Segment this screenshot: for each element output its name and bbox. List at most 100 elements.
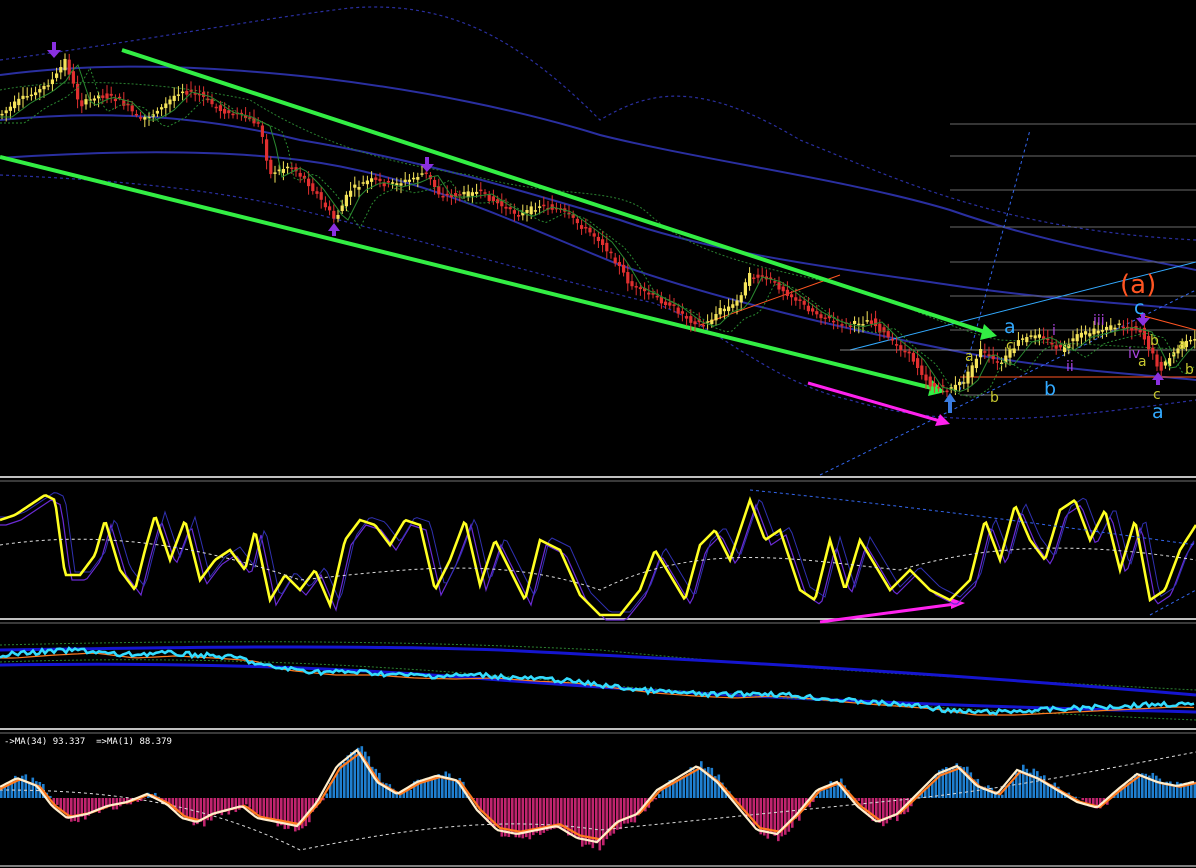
histogram-bar bbox=[658, 794, 661, 798]
candle bbox=[1021, 334, 1025, 346]
candle bbox=[323, 196, 327, 211]
histogram-bar bbox=[896, 798, 899, 822]
candle bbox=[596, 231, 600, 248]
histogram-bar bbox=[784, 798, 787, 835]
candle bbox=[1109, 318, 1113, 333]
wave-label-a-blue-2: a bbox=[1152, 401, 1164, 423]
histogram-bar bbox=[1008, 784, 1011, 798]
histogram-bar bbox=[17, 779, 21, 798]
histogram-bar bbox=[210, 798, 213, 821]
histogram-bar bbox=[857, 798, 861, 801]
histogram-bar bbox=[56, 798, 59, 805]
candle bbox=[164, 97, 168, 117]
candle bbox=[785, 281, 789, 300]
candle bbox=[109, 86, 113, 103]
histogram-bar bbox=[434, 778, 437, 798]
candle bbox=[1126, 318, 1130, 334]
candle bbox=[160, 104, 164, 117]
candle bbox=[580, 219, 584, 235]
candle bbox=[244, 107, 248, 122]
fractal-down-arrow bbox=[47, 42, 61, 58]
histogram-bar bbox=[1176, 781, 1179, 798]
stochastic-panel bbox=[0, 489, 1196, 621]
histogram-bar bbox=[1162, 783, 1165, 798]
candle bbox=[533, 202, 537, 216]
histogram-bar bbox=[325, 793, 329, 798]
stoch-ma-dotted bbox=[0, 538, 1196, 591]
candle bbox=[483, 189, 487, 198]
candle bbox=[25, 87, 29, 101]
candle bbox=[210, 94, 214, 108]
candle bbox=[584, 218, 588, 234]
candle bbox=[1159, 356, 1163, 377]
histogram-bar bbox=[430, 778, 434, 798]
histogram-bar bbox=[336, 773, 339, 798]
histogram-bar bbox=[189, 798, 192, 819]
candle bbox=[517, 210, 521, 221]
histogram-bar bbox=[84, 798, 87, 820]
candle bbox=[907, 348, 911, 362]
candle bbox=[685, 312, 689, 326]
histogram-bar bbox=[378, 772, 381, 798]
candle bbox=[874, 310, 878, 333]
candle bbox=[979, 340, 983, 365]
candle bbox=[17, 92, 21, 112]
histogram-bar bbox=[707, 766, 710, 798]
candle bbox=[643, 282, 647, 300]
wave-label-c: c bbox=[1134, 297, 1144, 319]
candle bbox=[718, 299, 722, 320]
candle bbox=[449, 189, 453, 205]
candle bbox=[265, 134, 269, 170]
histogram-bar bbox=[1032, 768, 1036, 798]
candle bbox=[974, 354, 978, 373]
histogram-bar bbox=[1155, 775, 1158, 798]
candle bbox=[46, 79, 50, 91]
histogram-bar bbox=[661, 790, 665, 798]
candle bbox=[680, 303, 684, 322]
channel-upper-line bbox=[121, 48, 986, 334]
histogram-bar bbox=[1036, 771, 1039, 798]
candle bbox=[286, 162, 290, 175]
candle bbox=[769, 272, 773, 284]
band-lower-blue bbox=[0, 662, 1196, 714]
candle bbox=[1025, 333, 1029, 347]
candle bbox=[1121, 320, 1125, 336]
candle bbox=[269, 156, 273, 179]
histogram-bar bbox=[203, 798, 206, 827]
histogram-bar bbox=[91, 798, 94, 813]
candle bbox=[8, 101, 12, 119]
histogram-bar bbox=[367, 756, 371, 798]
candle bbox=[382, 179, 386, 192]
candle bbox=[630, 274, 634, 290]
wave-label-a-blue: a bbox=[1004, 316, 1016, 338]
histogram-bar bbox=[595, 798, 598, 844]
candle bbox=[592, 229, 596, 245]
candle bbox=[361, 175, 365, 186]
candle bbox=[575, 215, 579, 230]
candle bbox=[659, 291, 663, 309]
histogram-bar bbox=[266, 798, 269, 819]
histogram-bar bbox=[255, 798, 259, 814]
chart-canvas: (a) c a b a c a c b i ii iii iv a b a b bbox=[0, 6, 1196, 867]
histogram-bar bbox=[63, 798, 66, 813]
histogram-bar bbox=[409, 789, 413, 798]
green-channel bbox=[0, 48, 997, 396]
candle bbox=[155, 107, 159, 117]
histogram-bar bbox=[682, 776, 686, 798]
candle bbox=[206, 91, 210, 103]
histogram-bar bbox=[0, 790, 3, 798]
histogram-bar bbox=[374, 768, 378, 798]
candle bbox=[227, 105, 231, 119]
outer-envelope-lower bbox=[0, 174, 1196, 420]
candle bbox=[1084, 325, 1088, 343]
histogram-bar bbox=[448, 773, 451, 798]
indicator-readout: ->MA(34) 93.337 =>MA(1) 88.379 bbox=[4, 737, 172, 747]
candle bbox=[13, 95, 17, 113]
candle bbox=[647, 285, 651, 300]
wave-label-a-yellow: a bbox=[965, 349, 974, 365]
candle bbox=[181, 83, 185, 101]
histogram-bar bbox=[227, 798, 231, 815]
histogram-bar bbox=[1088, 798, 1092, 804]
histogram-bar bbox=[1081, 798, 1085, 801]
wave-label-a-yellow-3: a bbox=[1178, 337, 1187, 353]
